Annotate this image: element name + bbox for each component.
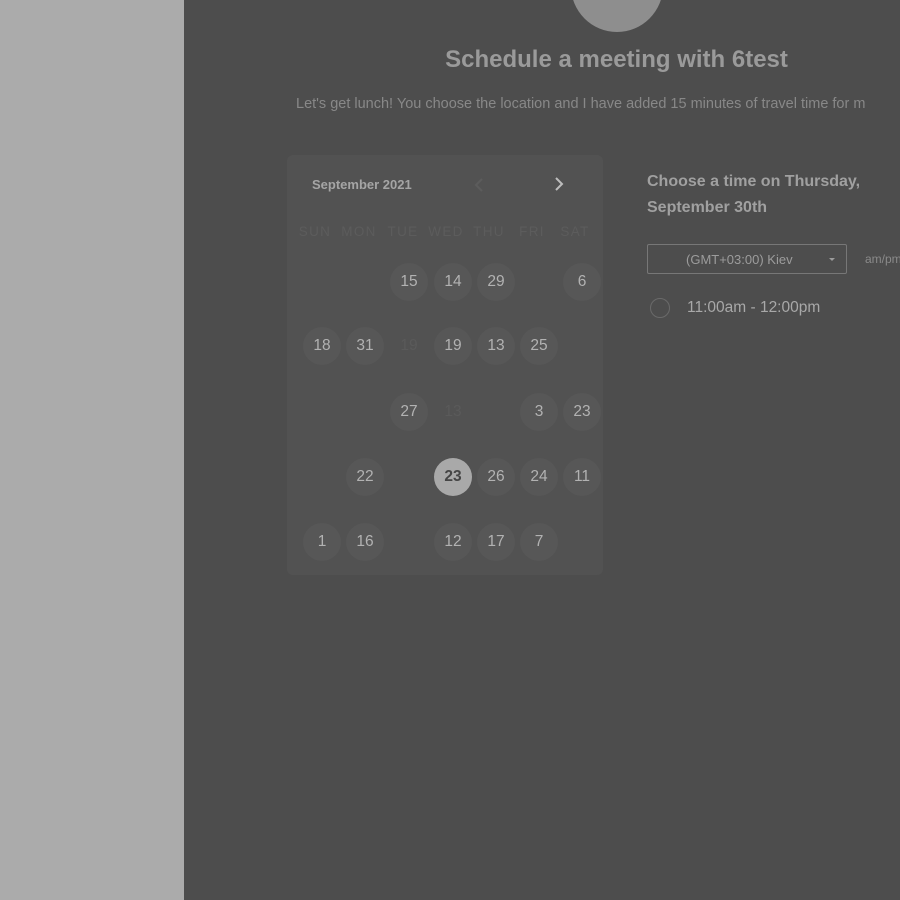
weekday-label: WED (428, 224, 464, 239)
chevron-right-icon (555, 177, 564, 191)
calendar-day[interactable]: 19 (434, 327, 472, 365)
calendar-day[interactable]: 17 (477, 523, 515, 561)
calendar-day[interactable]: 1 (303, 523, 341, 561)
calendar-day[interactable]: 13 (477, 327, 515, 365)
weekday-label: SAT (560, 224, 590, 239)
caret-down-icon (829, 258, 835, 261)
calendar-day[interactable]: 25 (520, 327, 558, 365)
meeting-description: Let's get lunch! You choose the location… (296, 96, 866, 112)
left-panel (0, 0, 184, 900)
calendar-day: 19 (400, 337, 418, 354)
calendar-day[interactable]: 18 (303, 327, 341, 365)
calendar-day[interactable]: 3 (520, 393, 558, 431)
calendar-day[interactable]: 6 (563, 263, 601, 301)
time-heading: Choose a time on Thursday, September 30t… (647, 173, 861, 216)
weekday-label: MON (341, 224, 377, 239)
weekday-label: TUE (387, 224, 419, 239)
calendar-day: 13 (444, 403, 462, 420)
timezone-value: (GMT+03:00) Kiev (686, 252, 793, 267)
time-slot-label: 11:00am - 12:00pm (687, 299, 821, 316)
timezone-select[interactable]: (GMT+03:00) Kiev (647, 244, 847, 274)
host-avatar (571, 0, 663, 32)
calendar-day[interactable]: 14 (434, 263, 472, 301)
weekday-header: SUN MON TUE WED THU FRI SAT (287, 224, 603, 240)
calendar-day[interactable]: 12 (434, 523, 472, 561)
weekday-label: THU (473, 224, 505, 239)
calendar-day[interactable]: 7 (520, 523, 558, 561)
calendar-day[interactable]: 11 (563, 458, 601, 496)
calendar-day[interactable]: 23 (563, 393, 601, 431)
next-month-button[interactable] (545, 170, 573, 198)
calendar-day[interactable]: 26 (477, 458, 515, 496)
calendar-day[interactable]: 22 (346, 458, 384, 496)
page-title: Schedule a meeting with 6test (445, 46, 788, 73)
calendar-month-label: September 2021 (312, 177, 412, 192)
calendar-day[interactable]: 31 (346, 327, 384, 365)
chevron-left-icon[interactable] (474, 178, 484, 194)
selected-day[interactable]: 23 (434, 458, 472, 496)
main-panel: Schedule a meeting with 6test Let's get … (184, 0, 900, 900)
calendar-day[interactable]: 27 (390, 393, 428, 431)
calendar-day[interactable]: 15 (390, 263, 428, 301)
time-slot[interactable]: 11:00am - 12:00pm (650, 295, 820, 321)
weekday-label: SUN (298, 224, 332, 239)
radio-icon[interactable] (650, 298, 670, 318)
weekday-label: FRI (519, 224, 545, 239)
ampm-toggle[interactable]: am/pm (865, 252, 900, 266)
calendar-day[interactable]: 24 (520, 458, 558, 496)
calendar-day[interactable]: 29 (477, 263, 515, 301)
calendar: September 2021 SUN MON TUE WED THU FRI S… (287, 155, 603, 575)
calendar-day[interactable]: 16 (346, 523, 384, 561)
